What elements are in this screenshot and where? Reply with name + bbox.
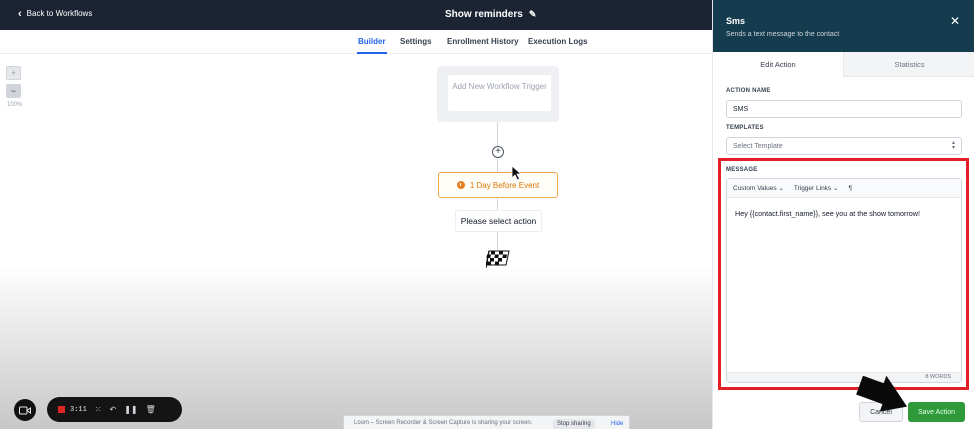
edit-pencil-icon[interactable]: ✎ (529, 9, 537, 20)
zoom-controls: + − 100% (6, 66, 23, 108)
add-step-plus-icon[interactable]: + (492, 146, 504, 158)
panel-subtitle: Sends a text message to the contact (726, 31, 840, 38)
templates-select[interactable]: Select Template ▴ ▾ (726, 137, 962, 155)
clock-icon (456, 181, 465, 189)
add-trigger-button[interactable]: Add New Workflow Trigger (448, 75, 551, 111)
screen-share-bar: Loom – Screen Recorder & Screen Capture … (343, 415, 630, 429)
templates-label: TEMPLATES (726, 125, 764, 131)
tab-builder[interactable]: Builder (357, 37, 387, 54)
pause-icon[interactable]: ❚❚ (124, 405, 137, 414)
highlight-annotation (718, 158, 969, 390)
templates-placeholder: Select Template (733, 142, 783, 150)
tab-edit-action[interactable]: Edit Action (713, 52, 844, 77)
hide-link[interactable]: Hide (611, 421, 623, 427)
camera-button[interactable] (14, 399, 36, 421)
camera-icon (19, 406, 31, 414)
tab-settings[interactable]: Settings (400, 37, 432, 46)
back-to-workflows-button[interactable]: ‹ Back to Workflows (18, 7, 93, 20)
trigger-node: Add New Workflow Trigger (437, 66, 559, 122)
arrow-annotation-icon (856, 376, 908, 412)
recording-time: 3:11 (70, 405, 87, 414)
action-name-input[interactable]: SMS (726, 100, 962, 118)
connector-line (497, 198, 498, 210)
workflow-tabs: Builder Settings Enrollment History Exec… (0, 30, 712, 54)
screen-share-message: Loom – Screen Recorder & Screen Capture … (354, 420, 533, 426)
stop-sharing-button[interactable]: Stop sharing (553, 419, 595, 429)
select-arrows-icon: ▴ ▾ (951, 140, 955, 151)
connector-line (497, 232, 498, 250)
zoom-out-button[interactable]: − (6, 84, 21, 98)
save-action-button[interactable]: Save Action (908, 402, 965, 422)
panel-title: Sms (726, 16, 746, 26)
connector-line (497, 158, 498, 172)
record-stop-icon[interactable] (58, 406, 65, 413)
workflow-title: Show reminders ✎ (445, 9, 536, 20)
event-label: 1 Day Before Event (469, 180, 540, 190)
workflow-title-text: Show reminders (445, 9, 523, 20)
event-node[interactable]: 1 Day Before Event (438, 172, 558, 198)
tab-statistics[interactable]: Statistics (844, 52, 974, 77)
close-icon[interactable]: ✕ (950, 14, 960, 28)
select-action-node[interactable]: Please select action (455, 210, 542, 232)
zoom-level: 100% (7, 102, 23, 108)
grid-dots-icon[interactable]: ⁙ (95, 405, 102, 414)
tab-execution-logs[interactable]: Execution Logs (528, 37, 588, 46)
mouse-cursor-icon (511, 165, 522, 181)
trash-icon[interactable]: 🗑 (146, 405, 156, 414)
zoom-in-button[interactable]: + (6, 66, 21, 80)
back-label: Back to Workflows (26, 9, 93, 18)
connector-line (497, 122, 498, 146)
tab-enrollment-history[interactable]: Enrollment History (447, 37, 519, 46)
recorder-controls: 3:11 ⁙ ↶ ❚❚ 🗑 (47, 397, 182, 422)
app-window: ‹ Back to Workflows Show reminders ✎ Bui… (0, 0, 974, 429)
undo-icon[interactable]: ↶ (110, 405, 117, 414)
action-name-label: ACTION NAME (726, 88, 771, 94)
chevron-left-icon: ‹ (18, 7, 22, 20)
panel-header: Sms Sends a text message to the contact … (713, 0, 974, 52)
